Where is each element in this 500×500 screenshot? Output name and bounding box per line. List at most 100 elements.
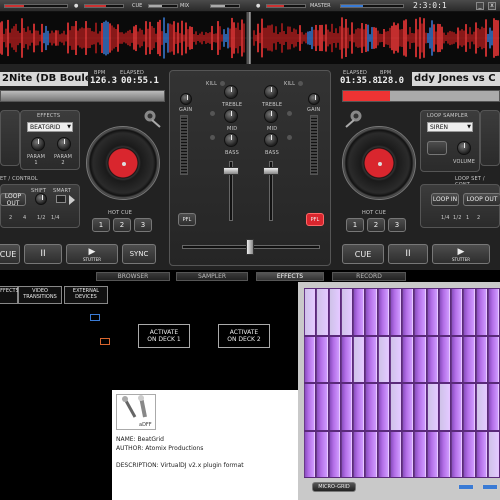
left-progress-bar[interactable] [0,90,165,102]
grid-cell[interactable] [463,384,475,430]
left-pitch-bar[interactable] [84,4,124,8]
grid-cell[interactable] [426,384,438,430]
grid-cell[interactable] [402,336,414,382]
grid-cell[interactable] [316,289,328,335]
mix-bar[interactable] [210,4,240,8]
left-loop-val-1[interactable]: 2 [9,215,12,221]
beatgrid-plugin[interactable]: MICRO-GRID [298,282,500,500]
grid-cell[interactable] [487,431,499,477]
left-param1-knob[interactable] [31,137,45,151]
cue-mix-bar[interactable] [148,4,178,8]
grid-cell[interactable] [463,289,475,335]
grid-cell[interactable] [414,336,426,382]
mid-led-left[interactable] [210,111,215,116]
grid-cell[interactable] [304,289,316,335]
sampler-volume-knob[interactable] [457,141,471,155]
grid-cell[interactable] [328,336,340,382]
right-hot-cue-3[interactable]: 3 [388,218,406,232]
grid-cell[interactable] [353,384,365,430]
grid-cell[interactable] [426,431,438,477]
right-pfl-button[interactable]: PFL [306,213,324,226]
right-play-button[interactable]: ▶ STUTTER [432,244,490,264]
grid-cell[interactable] [475,431,487,477]
right-mid-knob[interactable] [264,109,278,123]
left-effect-select[interactable]: BEATGRID [27,122,73,132]
grid-cell[interactable] [340,336,352,382]
left-loop-out-button[interactable]: LOOP OUT [0,193,26,207]
grid-cell[interactable] [316,384,328,430]
right-loop-out-button[interactable]: LOOP OUT [463,193,500,206]
video-transitions-button[interactable]: VIDEO TRANSITIONS [18,286,62,304]
grid-cell[interactable] [426,336,438,382]
grid-cell[interactable] [328,431,340,477]
kill-led-right[interactable] [298,81,303,86]
master-level-bar[interactable] [340,4,404,8]
tab-sampler[interactable]: SAMPLER [176,272,248,281]
left-gain-knob[interactable] [224,85,238,99]
grid-cell[interactable] [487,384,499,430]
transport-icon[interactable]: ● [74,3,78,9]
right-hot-cue-2[interactable]: 2 [367,218,385,232]
grid-cell[interactable] [353,431,365,477]
grid-cell[interactable] [414,384,426,430]
grid-cell[interactable] [475,384,487,430]
grid-cell[interactable] [389,289,401,335]
kill-led-left[interactable] [220,81,225,86]
grid-scroll-right[interactable] [482,484,498,490]
right-turntable[interactable] [342,126,416,200]
grid-cell[interactable] [377,289,389,335]
left-loop-val-3[interactable]: 1/2 [37,215,46,221]
grid-cell[interactable] [389,336,401,382]
right-progress-bar[interactable] [342,90,500,102]
left-pfl-button[interactable]: PFL [178,213,196,226]
transport-icon-right[interactable]: ● [256,3,260,9]
left-tonearm[interactable] [142,108,164,128]
right-gain-knob[interactable] [264,85,278,99]
left-loop-val-2[interactable]: 4 [23,215,26,221]
grid-cell[interactable] [340,431,352,477]
tab-effects[interactable]: EFFECTS [256,272,324,281]
tab-record[interactable]: RECORD [332,272,406,281]
grid-cell[interactable] [402,431,414,477]
grid-cell[interactable] [353,289,365,335]
right-loop-val-1[interactable]: 1/4 [441,215,450,221]
left-volume-fader[interactable] [223,167,239,175]
left-hot-cue-1[interactable]: 1 [92,218,110,232]
grid-cell[interactable] [451,289,463,335]
left-param2-knob[interactable] [57,137,71,151]
grid-cell[interactable] [438,431,450,477]
grid-cell[interactable] [451,336,463,382]
right-pause-button[interactable]: II [388,244,428,264]
waveform-display[interactable] [0,12,500,64]
left-loop-arrow-icon[interactable] [69,195,75,205]
right-hot-cue-1[interactable]: 1 [346,218,364,232]
right-channel-gain-knob[interactable] [308,93,320,105]
left-turntable[interactable] [86,126,160,200]
grid-cell[interactable] [438,336,450,382]
right-volume-fader[interactable] [263,167,279,175]
left-channel-gain-knob[interactable] [180,93,192,105]
left-pause-button[interactable]: II [24,244,62,264]
right-pitch-bar[interactable] [266,4,306,8]
plugin-list-icon-orange[interactable] [100,338,110,345]
tab-browser[interactable]: BROWSER [96,272,170,281]
mid-led-right[interactable] [287,111,292,116]
right-tonearm[interactable] [342,108,364,128]
plugin-list-icon-blue[interactable] [90,314,100,321]
grid-cell[interactable] [328,384,340,430]
grid-cell[interactable] [340,289,352,335]
sampler-play-button[interactable] [427,141,447,155]
grid-cell[interactable] [389,384,401,430]
grid-cell[interactable] [377,431,389,477]
grid-cell[interactable] [438,384,450,430]
grid-cell[interactable] [487,289,499,335]
activate-deck2-button[interactable]: ACTIVATE ON DECK 2 [218,324,270,348]
grid-cell[interactable] [340,384,352,430]
grid-cell[interactable] [365,384,377,430]
crossfader-cap[interactable] [246,239,254,255]
effects-list-button[interactable]: EFFECTS [0,286,19,304]
left-hot-cue-2[interactable]: 2 [113,218,131,232]
grid-cell[interactable] [316,431,328,477]
grid-cell[interactable] [414,289,426,335]
grid-cell[interactable] [475,336,487,382]
